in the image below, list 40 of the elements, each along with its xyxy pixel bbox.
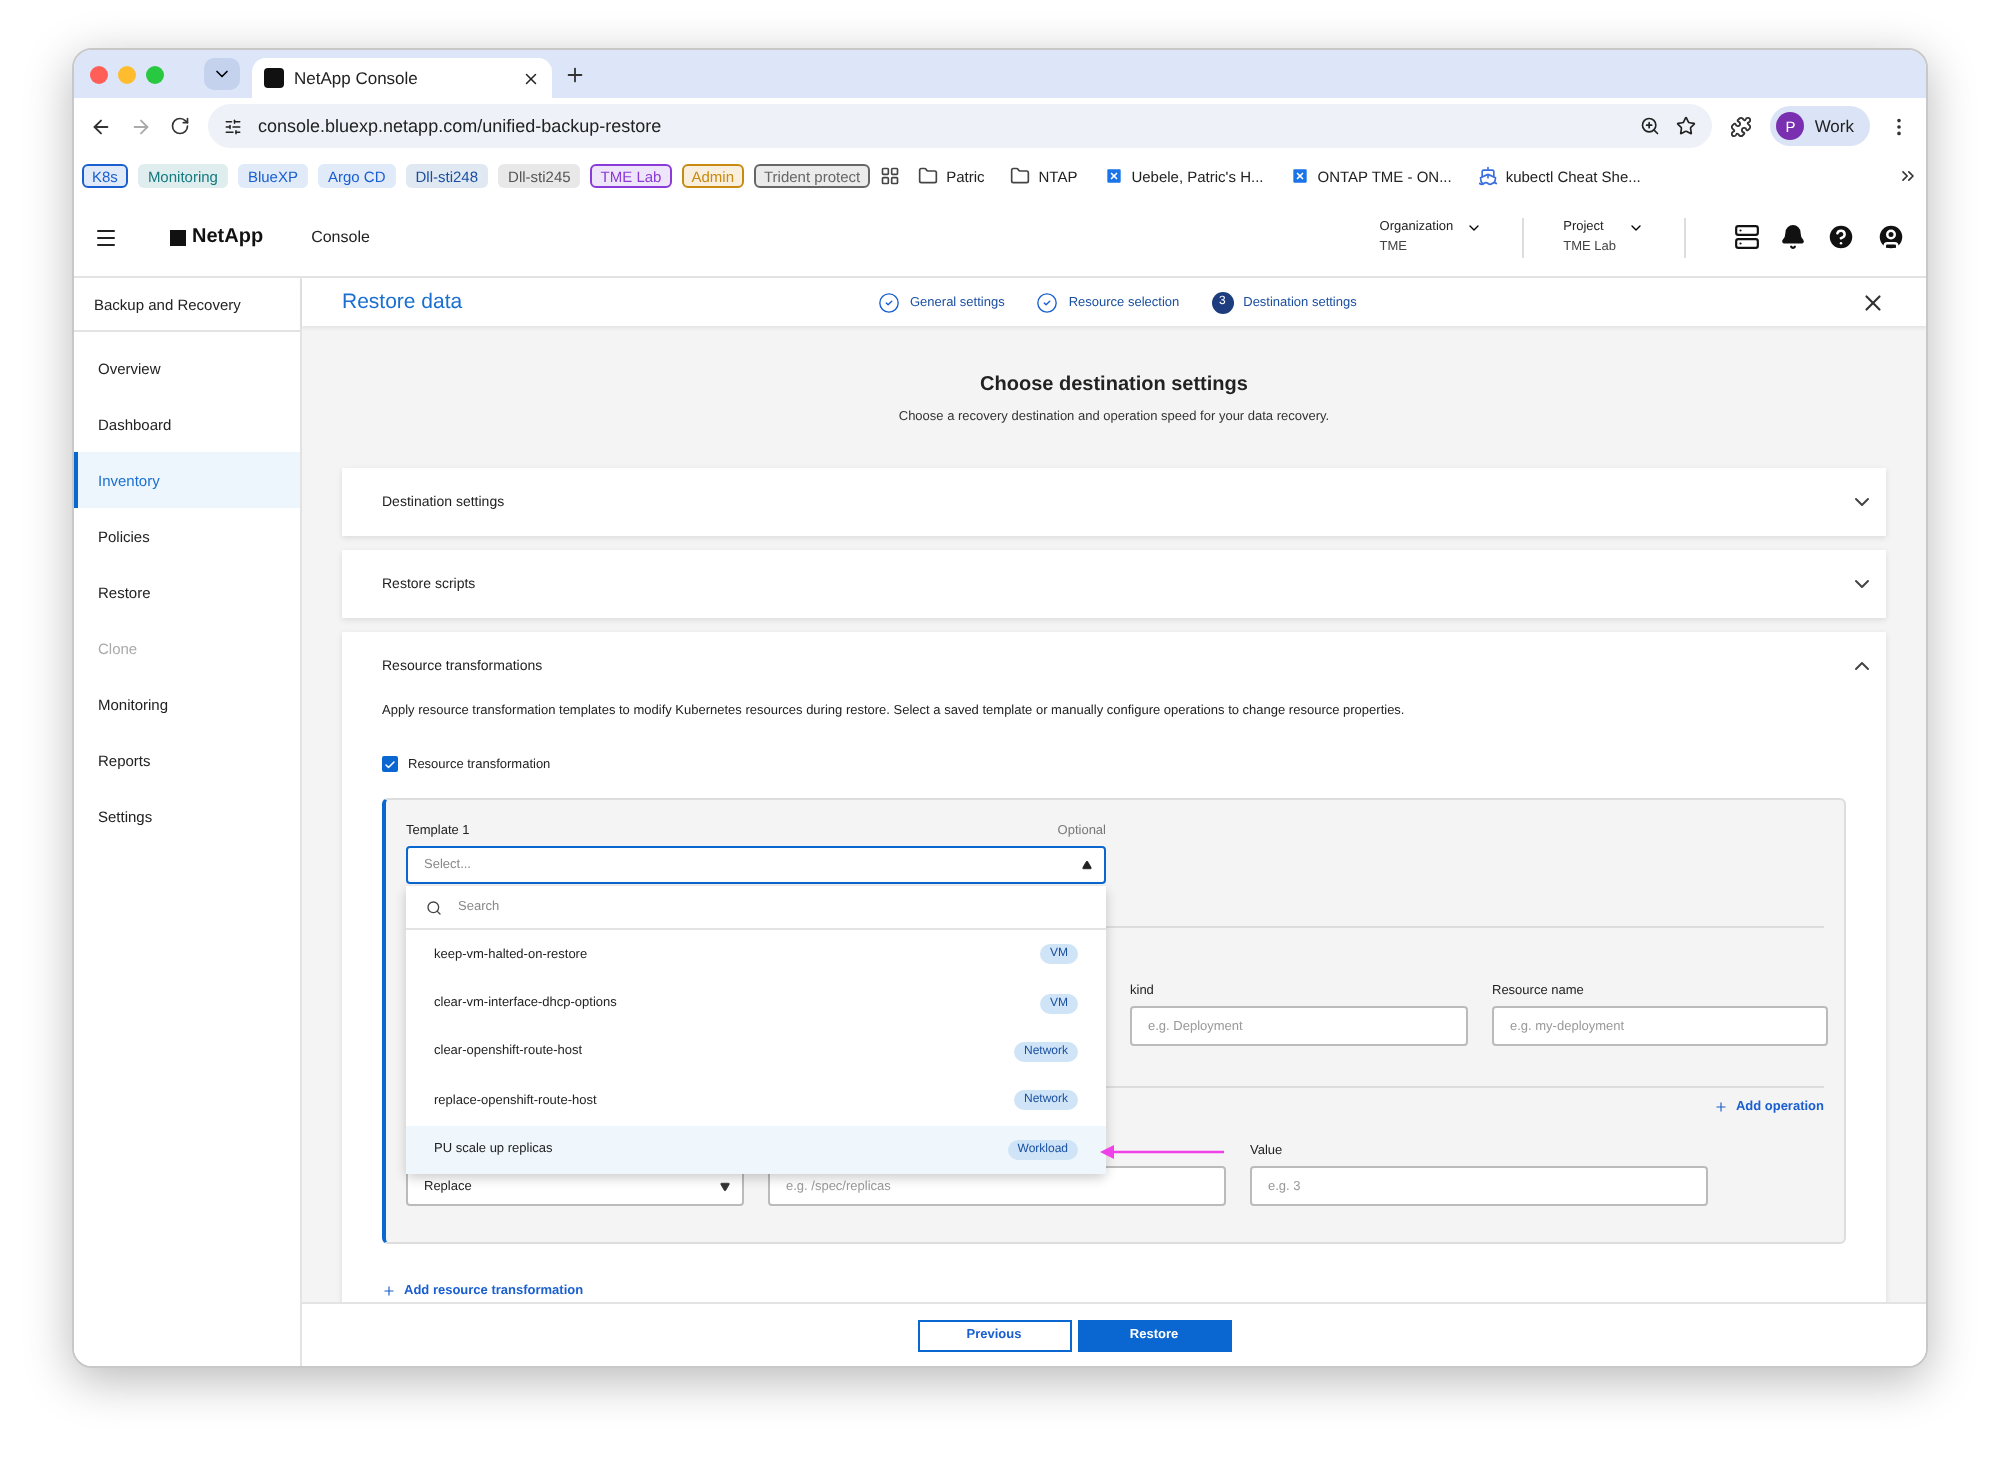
page-title: Restore data bbox=[342, 290, 465, 314]
ship-icon bbox=[1477, 166, 1498, 186]
new-tab-icon[interactable] bbox=[564, 63, 586, 85]
close-tab-icon bbox=[522, 69, 540, 87]
close-icon[interactable] bbox=[1860, 289, 1886, 315]
section-heading: Choose destination settings bbox=[978, 374, 1250, 396]
annotation-arrow bbox=[1100, 1144, 1224, 1160]
site-settings-icon bbox=[224, 117, 242, 135]
browser-tab[interactable]: NetApp Console bbox=[252, 58, 552, 98]
address-bar[interactable]: console.bluexp.netapp.com/unified-backup-restore bbox=[208, 104, 1713, 148]
server-icon[interactable] bbox=[1734, 224, 1760, 250]
plus-icon bbox=[1713, 1100, 1728, 1114]
folder-icon bbox=[918, 166, 939, 186]
zoom-icon bbox=[1640, 116, 1661, 136]
x-square-icon bbox=[1103, 166, 1124, 186]
folder-icon bbox=[1010, 166, 1031, 186]
product-name: Console bbox=[311, 228, 370, 246]
favicon-icon bbox=[264, 68, 284, 88]
minimize-dot[interactable] bbox=[118, 65, 136, 83]
chevron-down-icon bbox=[1465, 220, 1482, 236]
zoom-dot[interactable] bbox=[146, 65, 164, 83]
caret-icon bbox=[1082, 860, 1092, 870]
menu-icon[interactable] bbox=[94, 225, 118, 249]
plus-icon bbox=[382, 1284, 396, 1298]
star-icon bbox=[1676, 116, 1697, 136]
close-dot[interactable] bbox=[90, 65, 108, 83]
back-icon[interactable] bbox=[90, 115, 112, 137]
more-bookmarks-icon[interactable] bbox=[1898, 166, 1918, 186]
notifications-icon[interactable] bbox=[1780, 224, 1806, 250]
search-icon bbox=[426, 899, 442, 915]
help-icon[interactable] bbox=[1826, 222, 1856, 252]
checkbox[interactable] bbox=[382, 756, 398, 772]
x-square-icon bbox=[1289, 166, 1310, 186]
apps-grid-icon[interactable] bbox=[880, 166, 901, 186]
caret-icon bbox=[720, 1181, 730, 1191]
chevron-down-icon bbox=[1628, 220, 1644, 236]
extensions-icon[interactable] bbox=[1730, 115, 1753, 137]
reload-icon[interactable] bbox=[170, 116, 190, 136]
netapp-logo: NetApp bbox=[170, 226, 264, 248]
user-icon[interactable] bbox=[1876, 222, 1906, 252]
